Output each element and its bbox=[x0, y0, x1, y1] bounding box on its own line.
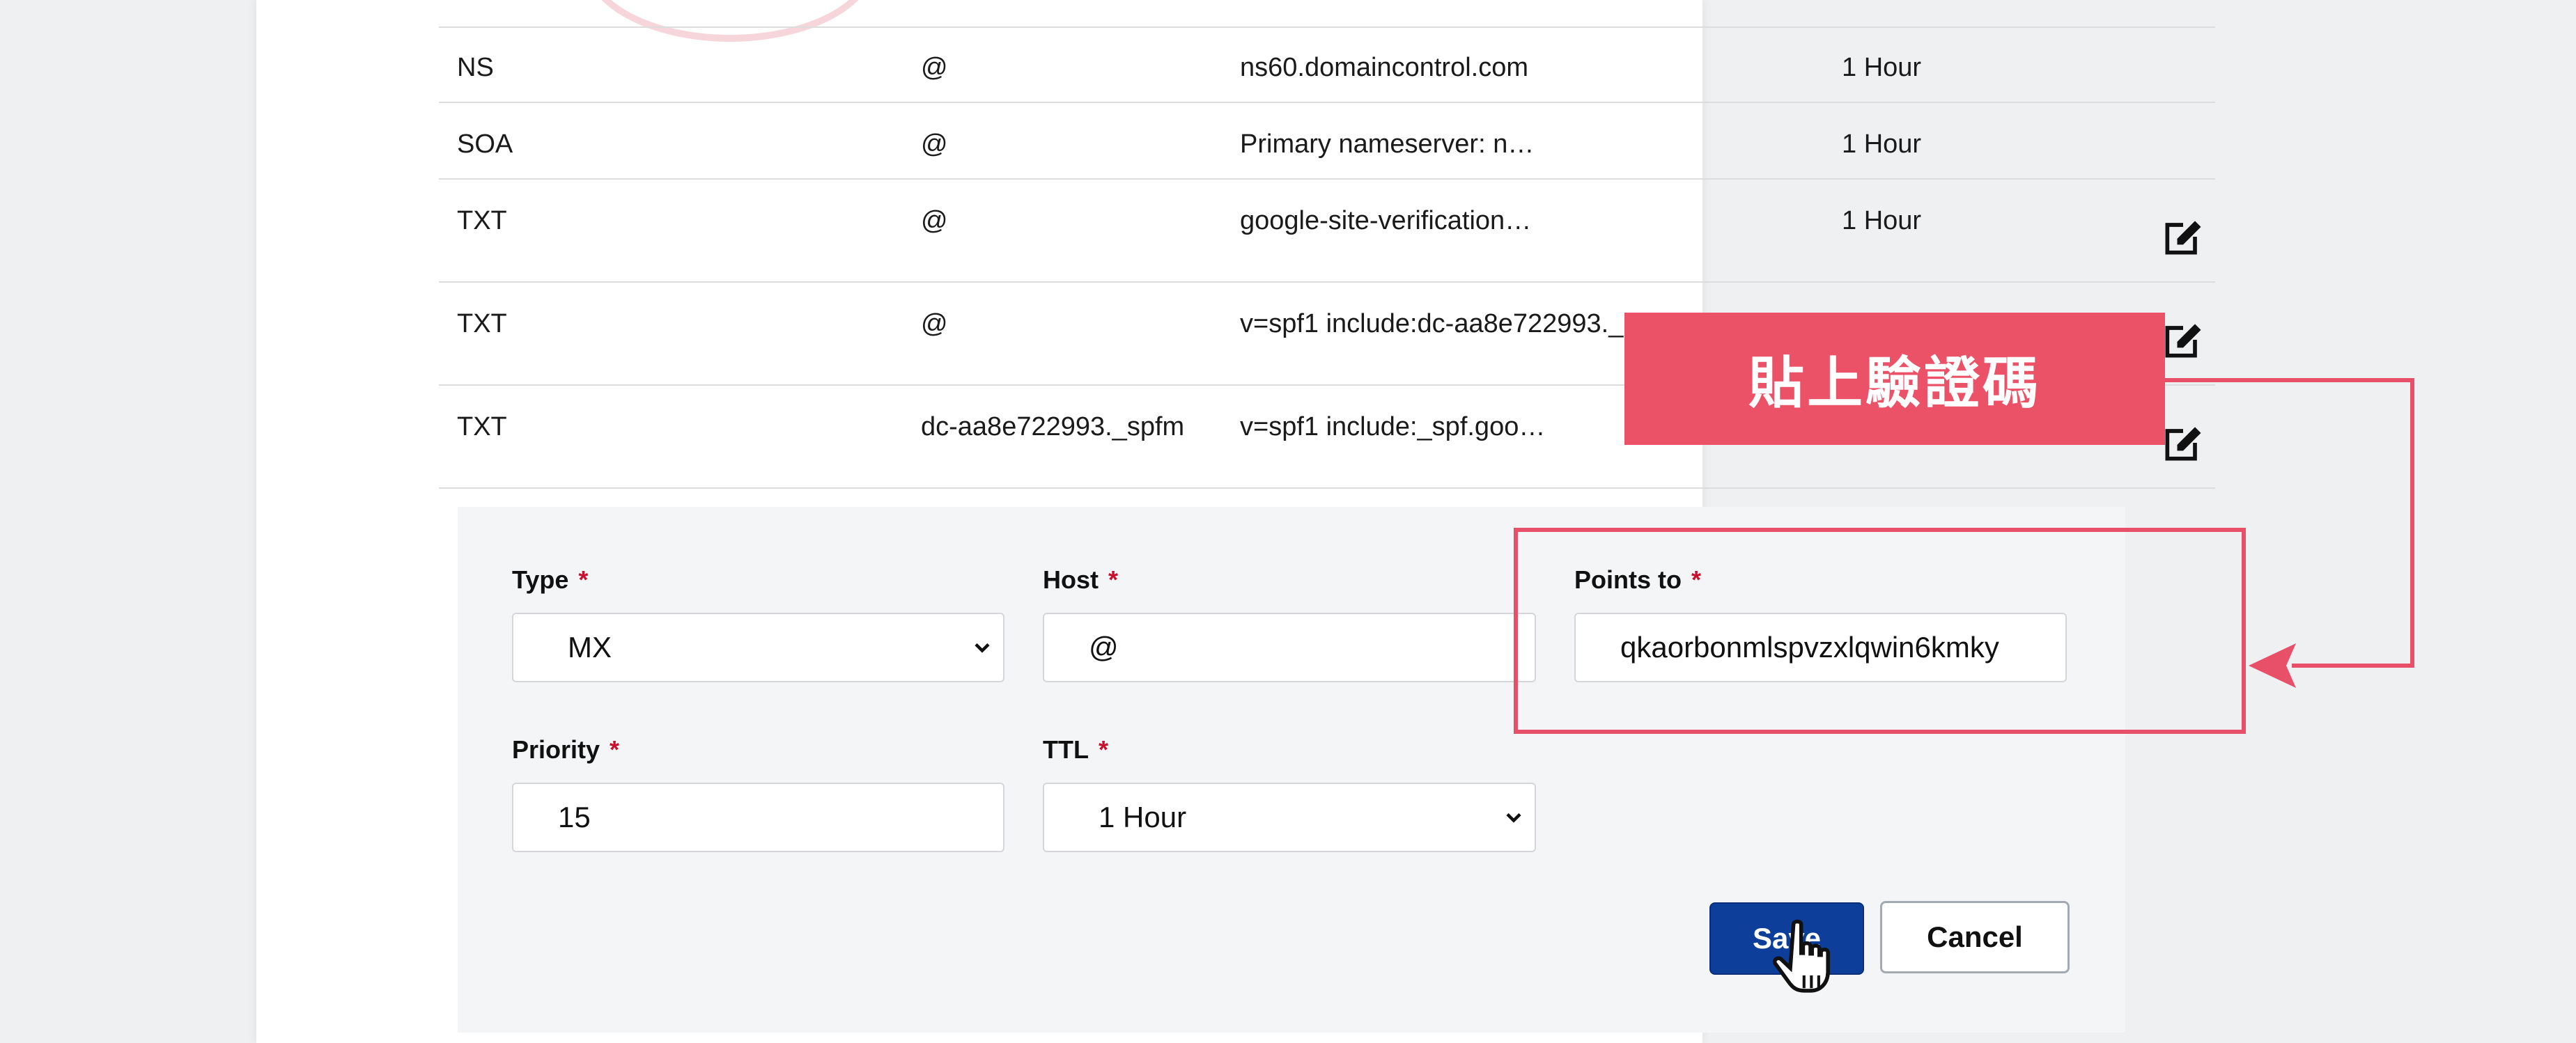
annotation-arrow bbox=[2165, 378, 2414, 688]
hand-pointer-icon bbox=[1772, 919, 1830, 993]
